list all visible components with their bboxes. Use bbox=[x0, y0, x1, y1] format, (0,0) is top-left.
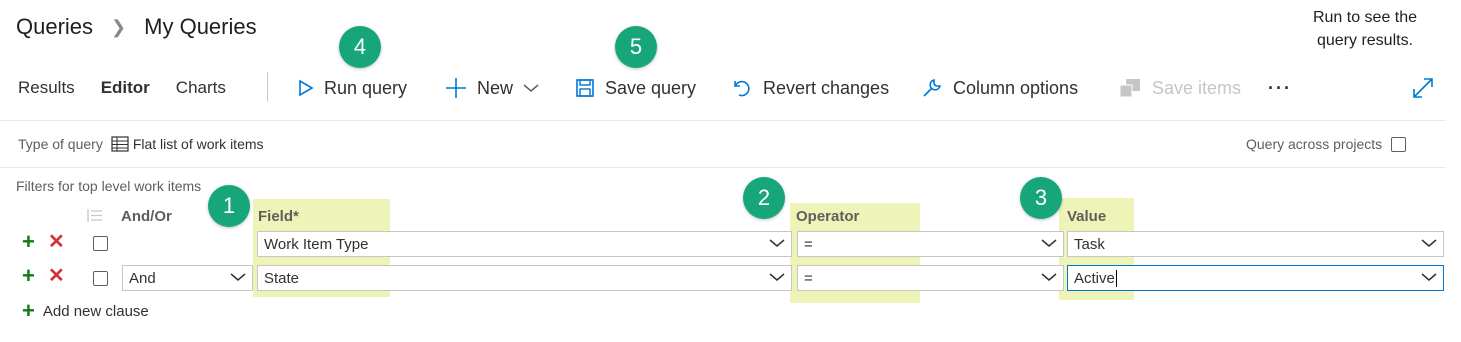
query-type-value: Flat list of work items bbox=[132, 136, 264, 152]
row1-field-select[interactable]: Work Item Type bbox=[257, 231, 792, 257]
save-query-button[interactable]: Save query bbox=[575, 74, 696, 102]
hint-line-2: query results. bbox=[1316, 32, 1414, 49]
row1-field-value: Work Item Type bbox=[264, 235, 369, 253]
badge-1: 1 bbox=[208, 185, 250, 227]
new-button[interactable]: New bbox=[445, 74, 539, 102]
operator-header: Operator bbox=[796, 208, 860, 225]
row2-operator-select[interactable]: = bbox=[797, 265, 1064, 291]
row2-field-value: State bbox=[264, 269, 300, 287]
add-new-clause-button[interactable]: + Add new clause bbox=[22, 298, 149, 323]
query-across-label: Query across projects bbox=[1246, 136, 1383, 152]
divider-top bbox=[0, 120, 1446, 121]
divider-mid bbox=[0, 167, 1446, 168]
tab-charts[interactable]: Charts bbox=[176, 78, 226, 102]
undo-icon bbox=[734, 80, 750, 97]
row2-field-select[interactable]: State bbox=[257, 265, 792, 291]
query-type-label: Type of query bbox=[18, 136, 103, 152]
andor-header: And/Or bbox=[121, 208, 172, 225]
value-header: Value bbox=[1067, 208, 1107, 225]
row1-value-text: Task bbox=[1074, 235, 1105, 253]
view-tabs: Results Editor Charts bbox=[18, 78, 226, 102]
field-header: Field* bbox=[258, 208, 299, 225]
row1-operator-select[interactable]: = bbox=[797, 231, 1064, 257]
expand-icon[interactable] bbox=[1411, 76, 1435, 105]
chevron-down-icon bbox=[1421, 273, 1437, 281]
add-clause-row2-icon[interactable]: + bbox=[22, 265, 35, 287]
chevron-down-icon bbox=[1041, 273, 1057, 281]
row1-operator-value: = bbox=[804, 235, 813, 253]
revert-changes-label: Revert changes bbox=[763, 77, 890, 98]
group-clauses-icon bbox=[87, 209, 102, 222]
badge-2: 2 bbox=[743, 177, 785, 219]
add-new-clause-label: Add new clause bbox=[42, 302, 149, 320]
flat-list-icon bbox=[111, 136, 129, 152]
row1-checkbox[interactable] bbox=[93, 236, 108, 251]
revert-changes-button[interactable]: Revert changes bbox=[731, 74, 889, 102]
breadcrumb: Queries ❯ My Queries bbox=[16, 14, 257, 40]
plus-icon: + bbox=[22, 298, 35, 323]
run-query-label: Run query bbox=[324, 77, 408, 98]
filters-label: Filters for top level work items bbox=[16, 178, 202, 194]
row2-operator-value: = bbox=[804, 269, 813, 287]
add-clause-row1-icon[interactable]: + bbox=[22, 231, 35, 253]
query-across-checkbox[interactable] bbox=[1391, 136, 1407, 152]
chevron-down-icon bbox=[769, 239, 785, 247]
save-query-label: Save query bbox=[605, 77, 697, 98]
chevron-right-icon: ❯ bbox=[111, 16, 127, 37]
chevron-down-icon bbox=[769, 273, 785, 281]
run-query-button[interactable]: Run query bbox=[298, 74, 407, 102]
toolbar-divider bbox=[267, 72, 268, 102]
save-items-button: Save items bbox=[1118, 74, 1241, 102]
breadcrumb-queries[interactable]: Queries bbox=[16, 14, 93, 40]
save-items-icon bbox=[1119, 79, 1140, 98]
row1-value-select[interactable]: Task bbox=[1067, 231, 1444, 257]
plus-icon bbox=[446, 78, 466, 98]
play-icon bbox=[299, 79, 314, 97]
chevron-down-icon bbox=[1041, 239, 1057, 247]
remove-clause-row1-icon[interactable]: ✕ bbox=[48, 232, 65, 252]
query-type-selector[interactable]: Flat list of work items bbox=[111, 136, 264, 152]
row2-value-text: Active bbox=[1074, 269, 1115, 287]
row2-andor-select[interactable]: And bbox=[122, 265, 253, 291]
wrench-icon bbox=[923, 78, 942, 97]
run-hint-annotation: Run to see the query results. bbox=[1290, 6, 1440, 52]
column-options-button[interactable]: Column options bbox=[921, 74, 1078, 102]
chevron-down-icon bbox=[523, 84, 539, 92]
remove-clause-row2-icon[interactable]: ✕ bbox=[48, 266, 65, 286]
query-type: Type of query Flat list of work items bbox=[18, 136, 264, 152]
query-across-projects[interactable]: Query across projects bbox=[1246, 136, 1407, 152]
hint-line-1: Run to see the bbox=[1312, 9, 1418, 26]
save-items-label: Save items bbox=[1152, 77, 1242, 98]
chevron-down-icon bbox=[1421, 239, 1437, 247]
row2-andor-value: And bbox=[129, 269, 156, 287]
chevron-down-icon bbox=[230, 273, 246, 281]
new-label: New bbox=[477, 77, 514, 98]
breadcrumb-current[interactable]: My Queries bbox=[144, 14, 256, 40]
more-options-button[interactable]: ··· bbox=[1268, 74, 1292, 102]
text-caret bbox=[1115, 269, 1117, 287]
row2-checkbox[interactable] bbox=[93, 271, 108, 286]
tab-editor[interactable]: Editor bbox=[101, 78, 150, 102]
column-options-label: Column options bbox=[953, 77, 1079, 98]
badge-4: 4 bbox=[339, 26, 381, 68]
save-icon bbox=[576, 79, 594, 97]
badge-5: 5 bbox=[615, 26, 657, 68]
badge-3: 3 bbox=[1020, 177, 1062, 219]
row2-value-input[interactable]: Active bbox=[1067, 265, 1444, 291]
tab-results[interactable]: Results bbox=[18, 78, 75, 102]
